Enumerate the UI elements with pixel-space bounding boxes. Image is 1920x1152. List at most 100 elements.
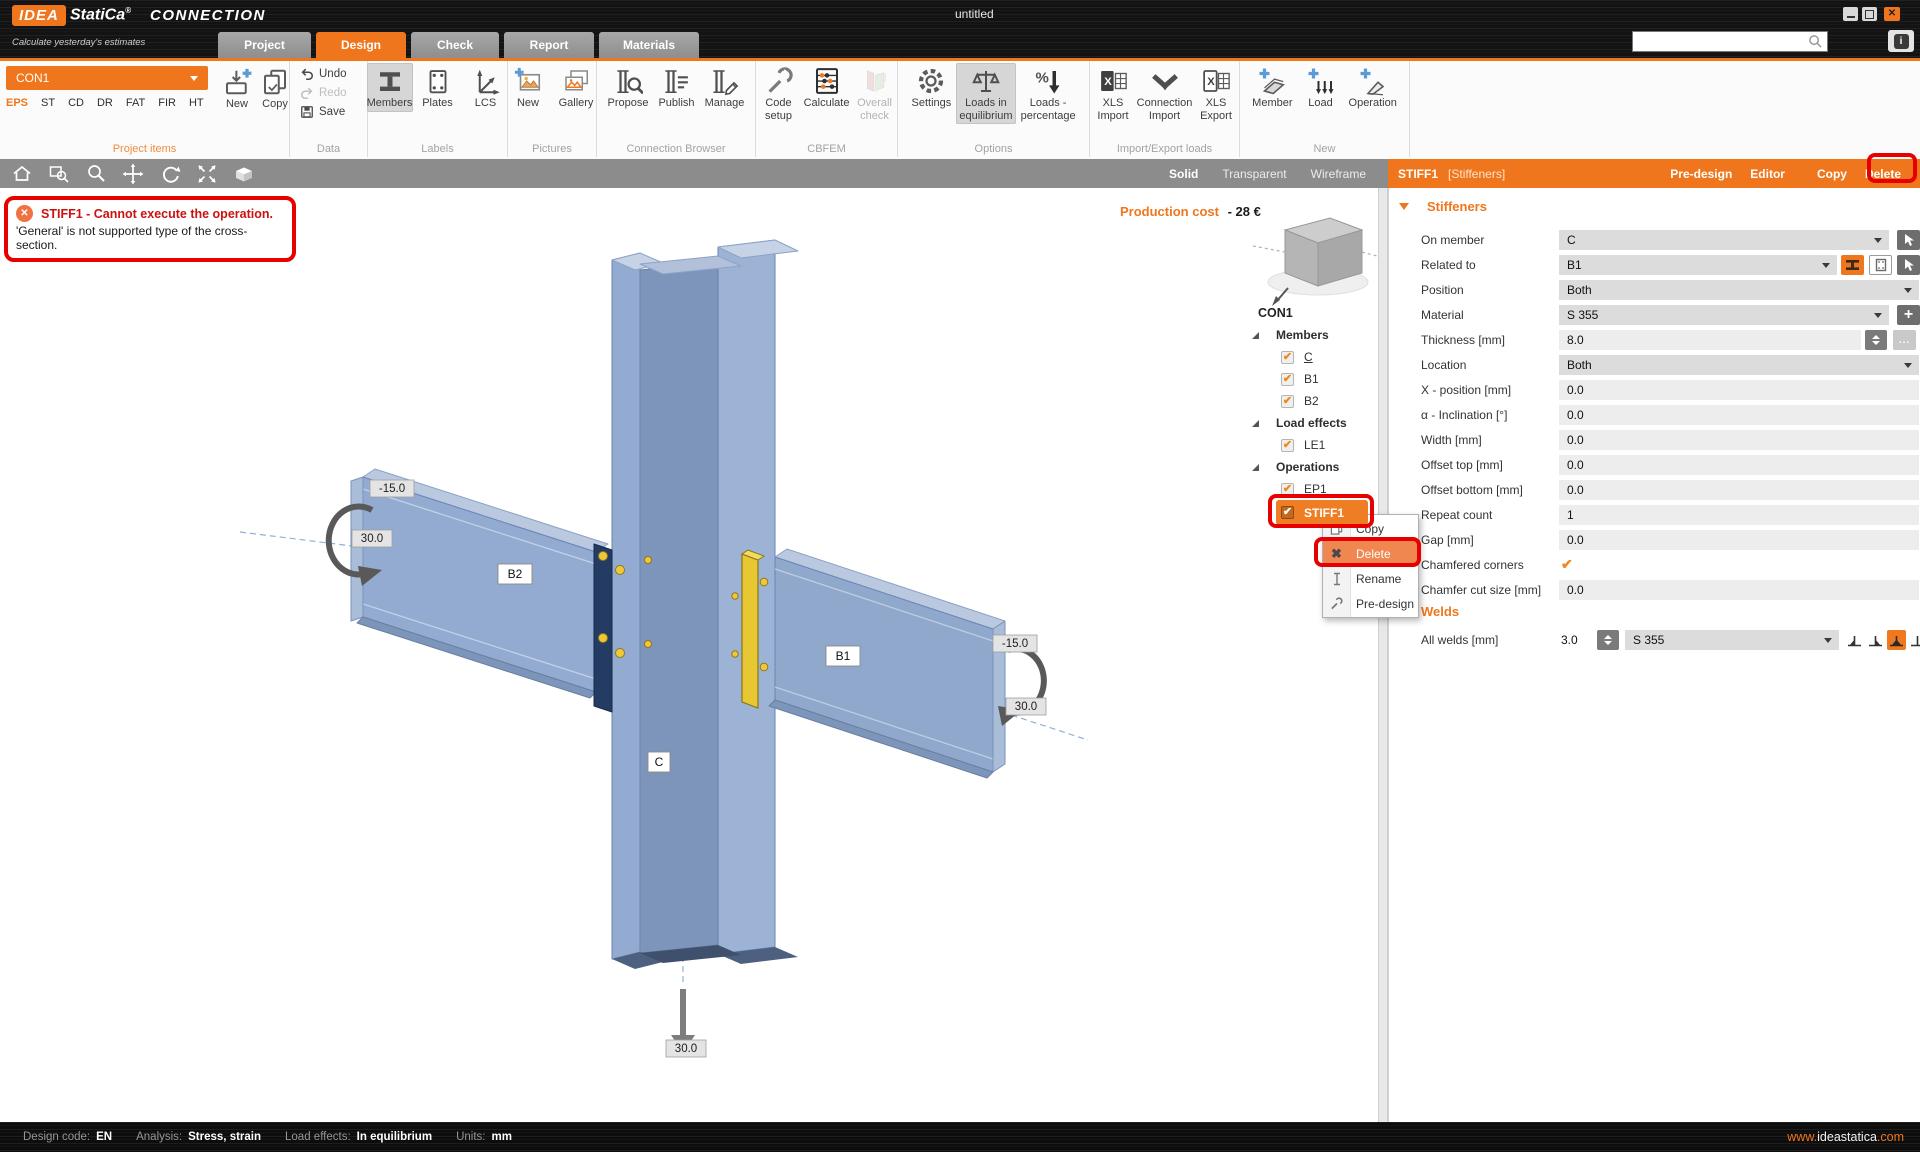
manage-button[interactable]: Manage [701, 63, 747, 112]
code-fir[interactable]: FIR [158, 97, 176, 109]
checkbox-checked[interactable]: ✔ [1281, 439, 1294, 452]
tree-item-ep1[interactable]: ✔ EP1 [1250, 478, 1378, 500]
dim-bottom-load[interactable]: 30.0 [666, 1040, 706, 1057]
copy-action[interactable]: Copy [1808, 167, 1856, 181]
search-input[interactable] [1637, 33, 1808, 50]
menu-item-rename[interactable]: Rename [1323, 566, 1418, 591]
collapse-icon[interactable] [1252, 420, 1259, 427]
tab-report[interactable]: Report [504, 32, 594, 58]
overall-check-button[interactable]: Overall check [852, 63, 898, 124]
fit-view-icon[interactable] [195, 162, 219, 186]
close-button[interactable]: ✕ [1884, 7, 1900, 21]
panel-splitter[interactable] [1378, 188, 1388, 1122]
tree-item-b2[interactable]: ✔ B2 [1250, 390, 1378, 412]
new-operation-button[interactable]: Operation [1346, 63, 1400, 112]
tab-check[interactable]: Check [411, 32, 499, 58]
maximize-button[interactable] [1862, 7, 1877, 21]
save-button[interactable]: Save [296, 102, 351, 121]
x-position-input[interactable]: 0.0 [1559, 380, 1919, 400]
pick-member-button[interactable] [1897, 230, 1920, 250]
checkbox-checked[interactable]: ✔ [1281, 506, 1294, 519]
dim-b1-offset[interactable]: -15.0 [993, 635, 1037, 652]
website-link[interactable]: www.ideastatica.com [1787, 1130, 1904, 1144]
publish-button[interactable]: Publish [653, 63, 699, 112]
tree-section-members[interactable]: Members [1250, 324, 1378, 346]
code-eps[interactable]: EPS [6, 97, 28, 109]
info-button[interactable]: i [1888, 30, 1914, 52]
position-dropdown[interactable]: Both [1559, 280, 1919, 300]
code-dr[interactable]: DR [97, 97, 113, 109]
mode-wireframe[interactable]: Wireframe [1311, 167, 1366, 181]
tree-item-b1[interactable]: ✔ B1 [1250, 368, 1378, 390]
related-to-dropdown[interactable]: B1 [1559, 255, 1837, 275]
label-b1[interactable]: B1 [826, 646, 860, 666]
width-input[interactable]: 0.0 [1559, 430, 1919, 450]
code-setup-button[interactable]: Code setup [756, 63, 802, 124]
search-box[interactable] [1632, 31, 1828, 52]
checkbox-checked[interactable]: ✔ [1281, 373, 1294, 386]
code-st[interactable]: ST [41, 97, 55, 109]
menu-item-delete[interactable]: ✖ Delete [1323, 541, 1418, 566]
mode-transparent[interactable]: Transparent [1222, 167, 1286, 181]
rotate-icon[interactable] [158, 162, 182, 186]
label-c[interactable]: C [648, 752, 670, 772]
location-dropdown[interactable]: Both [1559, 355, 1919, 375]
add-material-button[interactable]: + [1897, 305, 1920, 325]
xls-import-button[interactable]: X XLS Import [1090, 63, 1136, 124]
tree-item-le1[interactable]: ✔ LE1 [1250, 434, 1378, 456]
repeat-count-input[interactable]: 1 [1559, 505, 1919, 525]
zoom-icon[interactable] [84, 162, 108, 186]
weld-material-dropdown[interactable]: S 355 [1625, 630, 1839, 650]
tree-item-c[interactable]: ✔ C [1250, 346, 1378, 368]
tree-section-operations[interactable]: Operations [1250, 456, 1378, 478]
collapse-icon[interactable] [1252, 464, 1259, 471]
code-ht[interactable]: HT [189, 97, 204, 109]
propose-button[interactable]: Propose [605, 63, 652, 112]
checkbox-checked[interactable]: ✔ [1561, 556, 1573, 573]
thickness-input[interactable]: 8.0 [1559, 330, 1861, 350]
solid-box-icon[interactable] [232, 162, 256, 186]
label-b2[interactable]: B2 [498, 564, 532, 584]
settings-button[interactable]: Settings [908, 63, 954, 112]
new-load-button[interactable]: Load [1298, 63, 1344, 112]
editor-action[interactable]: Editor [1741, 167, 1794, 181]
lcs-button[interactable]: LCS [463, 63, 509, 112]
plates-button[interactable]: Plates [415, 63, 461, 112]
weld-type-left-icon[interactable] [1845, 630, 1864, 650]
member-mode-button[interactable] [1841, 255, 1864, 275]
menu-item-predesign[interactable]: Pre-design [1323, 591, 1418, 616]
tab-materials[interactable]: Materials [599, 32, 699, 58]
project-item-combo[interactable]: CON1 [6, 66, 208, 90]
gap-input[interactable]: 0.0 [1559, 530, 1919, 550]
dim-b1-rotation[interactable]: 30.0 [1006, 698, 1046, 715]
weld-type-fillet-icon[interactable] [1908, 630, 1920, 650]
weld-type-both-icon[interactable] [1887, 630, 1906, 650]
mode-solid[interactable]: Solid [1169, 167, 1198, 181]
navigation-cube[interactable] [1253, 218, 1378, 306]
checkbox-checked[interactable]: ✔ [1281, 395, 1294, 408]
connection-import-button[interactable]: Connection Import [1138, 63, 1191, 124]
tree-item-stiff1-selected[interactable]: ✔ STIFF1 [1276, 500, 1368, 525]
tree-root-con1[interactable]: CON1 [1250, 302, 1378, 324]
thickness-more-button[interactable]: ... [1893, 330, 1916, 350]
xls-export-button[interactable]: X XLS Export [1193, 63, 1239, 124]
thickness-stepper[interactable] [1865, 330, 1887, 350]
predesign-action[interactable]: Pre-design [1661, 167, 1741, 181]
code-cd[interactable]: CD [68, 97, 84, 109]
tree-section-load-effects[interactable]: Load effects [1250, 412, 1378, 434]
tab-design[interactable]: Design [316, 32, 406, 58]
offset-bottom-input[interactable]: 0.0 [1559, 480, 1919, 500]
new-picture-button[interactable]: New [505, 63, 551, 112]
collapse-icon[interactable] [1252, 332, 1259, 339]
weld-size-value[interactable]: 3.0 [1561, 633, 1578, 647]
chamfer-cut-size-input[interactable]: 0.0 [1559, 580, 1919, 600]
zoom-window-icon[interactable] [47, 162, 71, 186]
plate-mode-button[interactable] [1869, 255, 1892, 275]
material-dropdown[interactable]: S 355 [1559, 305, 1889, 325]
loads-in-equilibrium-button[interactable]: Loads in equilibrium [956, 63, 1015, 124]
members-button[interactable]: Members [367, 63, 413, 112]
home-view-icon[interactable] [10, 162, 34, 186]
pan-icon[interactable] [121, 162, 145, 186]
new-member-button[interactable]: Member [1249, 63, 1295, 112]
member-c-column[interactable] [612, 240, 798, 969]
